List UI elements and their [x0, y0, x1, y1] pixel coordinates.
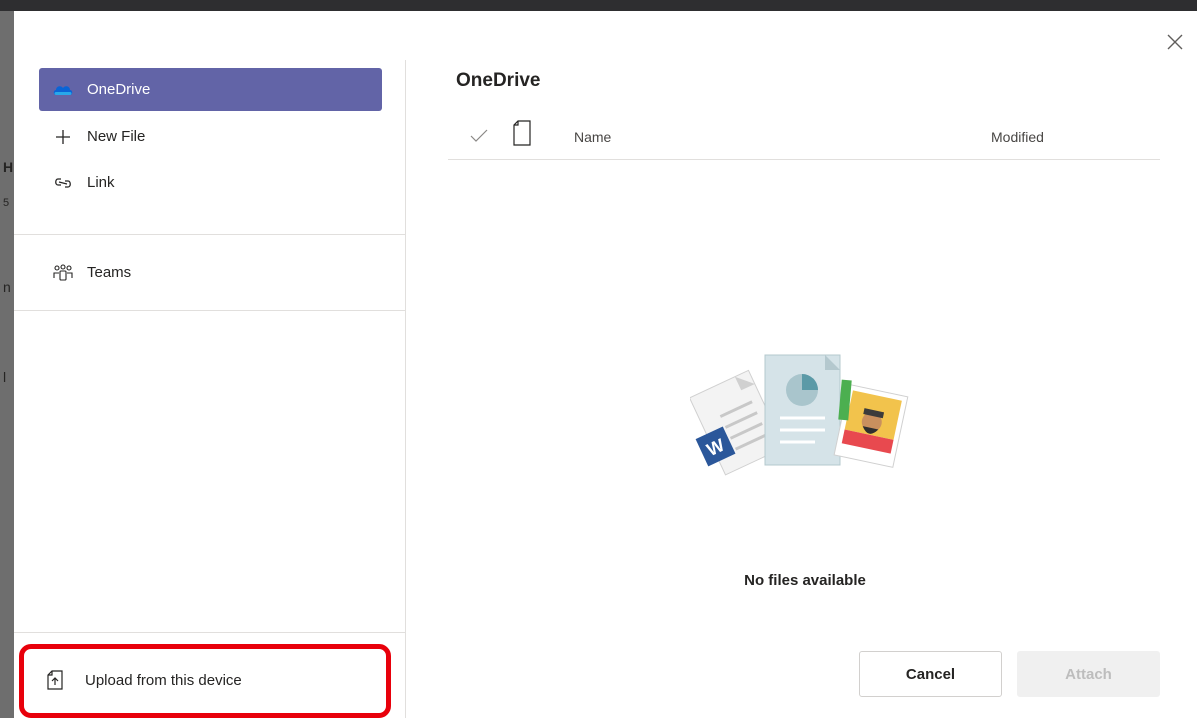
sidebar: OneDrive New File Link Teams Upload from…: [14, 60, 406, 718]
sidebar-item-label: OneDrive: [87, 81, 151, 98]
check-icon: [470, 129, 488, 142]
empty-state-message: No files available: [744, 572, 866, 589]
file-list-header: Name Modified: [448, 115, 1160, 160]
sidebar-item-label: Link: [87, 174, 115, 191]
column-header-modified[interactable]: Modified: [991, 129, 1044, 145]
close-button[interactable]: [1162, 29, 1188, 55]
column-header-name[interactable]: Name: [574, 129, 611, 145]
backdrop-text: 5: [3, 197, 10, 209]
cancel-button[interactable]: Cancel: [859, 651, 1002, 697]
empty-files-illustration: W: [690, 354, 909, 476]
upload-label: Upload from this device: [85, 671, 242, 689]
sidebar-divider: [14, 234, 405, 235]
onedrive-cloud-icon: [39, 83, 87, 97]
window-top-bar: [0, 0, 1197, 11]
backdrop-overlay: H 5 n l: [0, 11, 14, 718]
sidebar-item-link[interactable]: Link: [39, 161, 382, 204]
sidebar-divider: [14, 632, 405, 633]
backdrop-text: H: [3, 159, 14, 175]
attach-button[interactable]: Attach: [1017, 651, 1160, 697]
sidebar-item-label: New File: [87, 128, 146, 145]
teams-icon: [39, 263, 87, 282]
link-icon: [39, 175, 87, 191]
backdrop-text: l: [3, 369, 7, 385]
sidebar-item-teams[interactable]: Teams: [39, 251, 382, 294]
upload-highlight: Upload from this device: [19, 644, 391, 718]
close-icon: [1167, 34, 1183, 50]
upload-from-device-button[interactable]: Upload from this device: [39, 658, 369, 702]
select-all-checkbox[interactable]: [470, 129, 488, 148]
sidebar-item-onedrive[interactable]: OneDrive: [39, 68, 382, 111]
file-type-icon: [512, 120, 532, 151]
sidebar-item-new-file[interactable]: New File: [39, 115, 382, 158]
sidebar-divider: [14, 310, 405, 311]
backdrop-text: n: [3, 279, 11, 295]
upload-file-icon: [39, 670, 71, 690]
page-title: OneDrive: [456, 70, 541, 91]
plus-icon: [39, 129, 87, 145]
sidebar-item-label: Teams: [87, 264, 132, 281]
